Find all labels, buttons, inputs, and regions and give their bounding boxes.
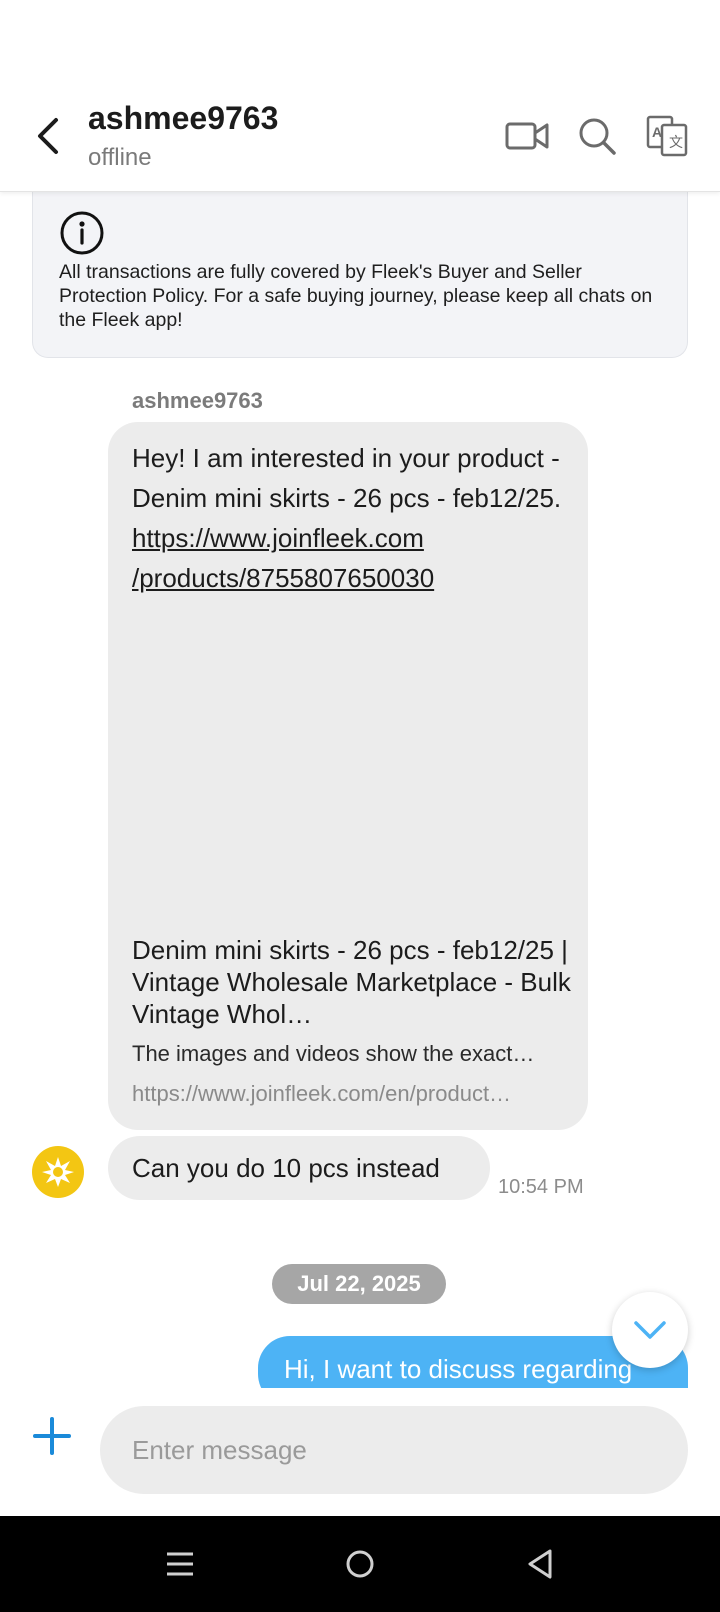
message-text: Can you do 10 pcs instead: [132, 1153, 440, 1183]
link-preview-url[interactable]: https://www.joinfleek.com/en/product…: [132, 1080, 572, 1108]
translate-button[interactable]: A 文: [642, 112, 692, 160]
chat-header: ashmee9763 offline A 文: [0, 0, 720, 192]
contact-status: offline: [88, 144, 152, 171]
protection-notice-text: All transactions are fully covered by Fl…: [59, 261, 653, 331]
product-link-line-2[interactable]: /products/8755807650030: [132, 558, 572, 598]
triangle-back-icon: [528, 1549, 552, 1579]
protection-notice: All transactions are fully covered by Fl…: [32, 186, 688, 358]
video-call-button[interactable]: [502, 112, 552, 160]
home-button[interactable]: [330, 1540, 390, 1588]
system-back-button[interactable]: [510, 1540, 570, 1588]
plus-icon: [33, 1417, 71, 1455]
back-arrow-icon: [38, 118, 58, 154]
burst-logo-icon: [42, 1157, 74, 1187]
chevron-down-icon: [634, 1321, 666, 1339]
video-call-icon: [505, 122, 549, 150]
date-separator: Jul 22, 2025: [272, 1264, 446, 1304]
link-preview-title[interactable]: Denim mini skirts - 26 pcs - feb12/25 | …: [132, 934, 572, 1030]
sender-avatar[interactable]: [32, 1146, 84, 1198]
svg-text:文: 文: [669, 135, 683, 151]
search-button[interactable]: [572, 112, 622, 160]
scroll-to-bottom-button[interactable]: [612, 1292, 688, 1368]
contact-username[interactable]: ashmee9763: [88, 100, 278, 137]
search-icon: [579, 118, 616, 155]
back-button[interactable]: [28, 112, 68, 160]
add-attachment-button[interactable]: [28, 1412, 76, 1460]
chat-viewport-bottom: Hi, I want to discuss regarding: [0, 1330, 720, 1388]
message-text: Hi, I want to discuss regarding: [284, 1354, 633, 1384]
message-text-block: Hey! I am interested in your product - D…: [132, 438, 572, 598]
message-input[interactable]: [100, 1406, 688, 1494]
recents-icon: [167, 1552, 193, 1576]
message-composer: [0, 1388, 720, 1516]
info-icon: [60, 211, 104, 255]
translate-icon: A 文: [646, 115, 688, 157]
product-link-line-1[interactable]: https://www.joinfleek.com: [132, 518, 572, 558]
recent-apps-button[interactable]: [150, 1540, 210, 1588]
system-navigation-bar: [0, 1516, 720, 1612]
home-circle-icon: [346, 1550, 374, 1578]
message-text: Hey! I am interested in your product - D…: [132, 443, 562, 513]
link-preview-description: The images and videos show the exact…: [132, 1041, 535, 1066]
incoming-message-bubble[interactable]: Can you do 10 pcs instead: [108, 1136, 490, 1200]
sender-name: ashmee9763: [132, 388, 263, 413]
incoming-message-bubble[interactable]: Hey! I am interested in your product - D…: [108, 422, 588, 1130]
svg-text:A: A: [652, 124, 662, 140]
message-timestamp: 10:54 PM: [498, 1176, 584, 1198]
